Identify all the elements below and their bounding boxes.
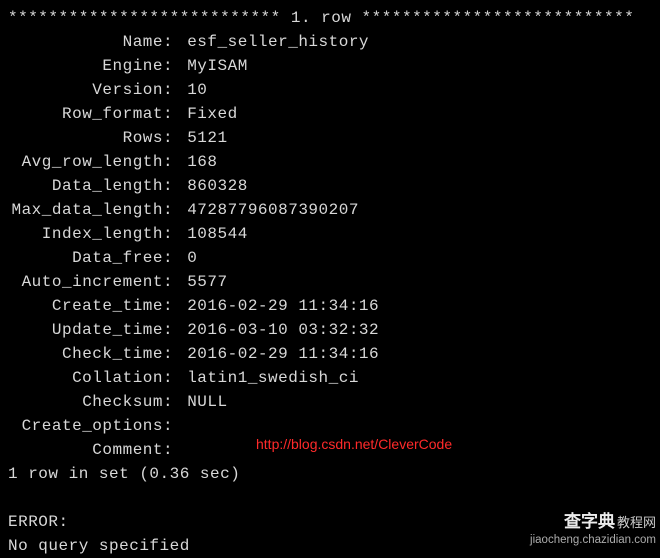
field-value: Fixed bbox=[187, 102, 238, 126]
field-value: esf_seller_history bbox=[187, 30, 369, 54]
field-separator: : bbox=[163, 366, 187, 390]
field-label: Name bbox=[8, 30, 163, 54]
field-label: Data_length bbox=[8, 174, 163, 198]
site-watermark-cn: 查字典 bbox=[564, 512, 615, 531]
field-separator: : bbox=[163, 390, 187, 414]
field-separator: : bbox=[163, 30, 187, 54]
field-row: Auto_increment: 5577 bbox=[8, 270, 652, 294]
field-label: Checksum bbox=[8, 390, 163, 414]
field-label: Collation bbox=[8, 366, 163, 390]
field-row: Update_time: 2016-03-10 03:32:32 bbox=[8, 318, 652, 342]
blank-line bbox=[8, 486, 652, 510]
field-row: Index_length: 108544 bbox=[8, 222, 652, 246]
field-value: 2016-02-29 11:34:16 bbox=[187, 342, 379, 366]
field-label: Row_format bbox=[8, 102, 163, 126]
table-status-fields: Name: esf_seller_historyEngine: MyISAMVe… bbox=[8, 30, 652, 462]
field-separator: : bbox=[163, 174, 187, 198]
field-label: Index_length bbox=[8, 222, 163, 246]
row-header: *************************** 1. row *****… bbox=[8, 6, 652, 30]
field-value: 10 bbox=[187, 78, 207, 102]
field-label: Update_time bbox=[8, 318, 163, 342]
field-separator: : bbox=[163, 318, 187, 342]
result-summary: 1 row in set (0.36 sec) bbox=[8, 462, 652, 486]
field-separator: : bbox=[163, 198, 187, 222]
field-label: Check_time bbox=[8, 342, 163, 366]
field-row: Row_format: Fixed bbox=[8, 102, 652, 126]
field-label: Create_options bbox=[8, 414, 163, 438]
field-separator: : bbox=[163, 54, 187, 78]
field-separator: : bbox=[163, 150, 187, 174]
field-label: Comment bbox=[8, 438, 163, 462]
field-label: Auto_increment bbox=[8, 270, 163, 294]
field-separator: : bbox=[163, 294, 187, 318]
field-row: Checksum: NULL bbox=[8, 390, 652, 414]
field-label: Version bbox=[8, 78, 163, 102]
field-row: Version: 10 bbox=[8, 78, 652, 102]
field-label: Rows bbox=[8, 126, 163, 150]
field-separator: : bbox=[163, 342, 187, 366]
field-row: Data_free: 0 bbox=[8, 246, 652, 270]
field-value: 2016-03-10 03:32:32 bbox=[187, 318, 379, 342]
field-label: Engine bbox=[8, 54, 163, 78]
field-value: 5121 bbox=[187, 126, 227, 150]
field-value: 47287796087390207 bbox=[187, 198, 359, 222]
field-value: 2016-02-29 11:34:16 bbox=[187, 294, 379, 318]
field-value: 0 bbox=[187, 246, 197, 270]
field-separator: : bbox=[163, 246, 187, 270]
field-separator: : bbox=[163, 414, 187, 438]
blog-watermark: http://blog.csdn.net/CleverCode bbox=[256, 434, 452, 455]
field-label: Create_time bbox=[8, 294, 163, 318]
field-label: Avg_row_length bbox=[8, 150, 163, 174]
field-value: MyISAM bbox=[187, 54, 248, 78]
field-row: Check_time: 2016-02-29 11:34:16 bbox=[8, 342, 652, 366]
field-separator: : bbox=[163, 126, 187, 150]
field-separator: : bbox=[163, 222, 187, 246]
terminal-output: *************************** 1. row *****… bbox=[8, 6, 652, 558]
site-watermark: 查字典教程网 jiaocheng.chazidian.com bbox=[530, 511, 656, 547]
field-row: Create_time: 2016-02-29 11:34:16 bbox=[8, 294, 652, 318]
field-row: Avg_row_length: 168 bbox=[8, 150, 652, 174]
field-value: latin1_swedish_ci bbox=[187, 366, 359, 390]
field-value: 860328 bbox=[187, 174, 248, 198]
field-row: Rows: 5121 bbox=[8, 126, 652, 150]
site-watermark-url: jiaocheng.chazidian.com bbox=[530, 533, 656, 547]
field-row: Data_length: 860328 bbox=[8, 174, 652, 198]
field-row: Max_data_length: 47287796087390207 bbox=[8, 198, 652, 222]
field-row: Collation: latin1_swedish_ci bbox=[8, 366, 652, 390]
field-label: Max_data_length bbox=[8, 198, 163, 222]
field-value: 168 bbox=[187, 150, 217, 174]
field-row: Name: esf_seller_history bbox=[8, 30, 652, 54]
field-separator: : bbox=[163, 270, 187, 294]
field-separator: : bbox=[163, 78, 187, 102]
field-value: 108544 bbox=[187, 222, 248, 246]
field-value: 5577 bbox=[187, 270, 227, 294]
field-separator: : bbox=[163, 102, 187, 126]
field-label: Data_free bbox=[8, 246, 163, 270]
field-row: Engine: MyISAM bbox=[8, 54, 652, 78]
field-separator: : bbox=[163, 438, 187, 462]
site-watermark-tag: 教程网 bbox=[617, 515, 656, 530]
field-value: NULL bbox=[187, 390, 227, 414]
